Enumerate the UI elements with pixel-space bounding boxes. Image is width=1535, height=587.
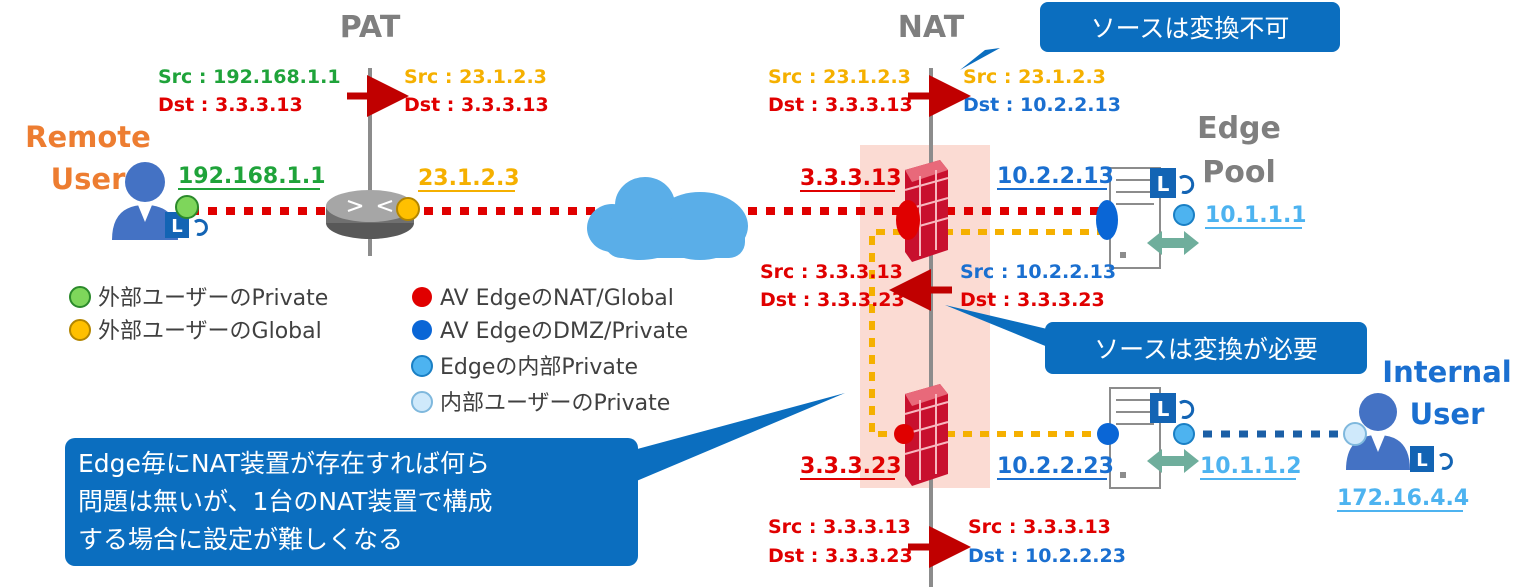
svg-text:L: L	[1157, 172, 1170, 196]
legend-dot-dmz	[412, 320, 432, 340]
svg-text:ソースは変換不可: ソースは変換不可	[1091, 14, 1290, 43]
ip-internal-bottom: 10.1.1.2	[1200, 454, 1302, 479]
internet-cloud-icon	[587, 177, 748, 260]
svg-text:する場合に設定が難しくなる: する場合に設定が難しくなる	[78, 525, 403, 554]
nat-header: NAT	[898, 10, 965, 45]
svg-text:Dst : 3.3.3.13: Dst : 3.3.3.13	[158, 94, 303, 116]
dot-remote-private	[175, 195, 199, 219]
svg-text:L: L	[1416, 450, 1427, 471]
dot-nat-global-top	[896, 200, 920, 240]
legend-dot-remote-global	[69, 319, 91, 341]
ip-nat-global-top: 3.3.3.13	[800, 166, 902, 191]
dot-internal-user	[1343, 422, 1367, 446]
legend-dot-internal-user	[411, 391, 433, 413]
callout-note: Edge毎にNAT装置が存在すれば何ら 問題は無いが、1台のNAT装置で構成 す…	[65, 393, 845, 566]
svg-text:内部ユーザーのPrivate: 内部ユーザーのPrivate	[440, 391, 670, 416]
svg-text:AV EdgeのNAT/Global: AV EdgeのNAT/Global	[440, 286, 674, 311]
svg-text:Dst : 10.2.2.23: Dst : 10.2.2.23	[968, 545, 1126, 567]
remote-user-label-1: Remote	[25, 120, 151, 154]
callout-source-needs-translation: ソースは変換が必要	[945, 305, 1367, 374]
legend-dot-remote-private	[69, 286, 91, 308]
dot-internal-top	[1173, 204, 1195, 226]
ip-dmz-top: 10.2.2.13	[997, 164, 1114, 189]
svg-text:Dst : 3.3.3.13: Dst : 3.3.3.13	[404, 94, 549, 116]
legend-dot-edge-internal	[411, 355, 433, 377]
svg-text:Src : 3.3.3.13: Src : 3.3.3.13	[760, 261, 903, 283]
edge-pool-label-2: Pool	[1202, 155, 1276, 190]
packet-1: Src : 192.168.1.1 Dst : 3.3.3.13	[158, 66, 341, 116]
legend: 外部ユーザーのPrivate 外部ユーザーのGlobal AV EdgeのNAT…	[69, 286, 688, 416]
svg-text:外部ユーザーのGlobal: 外部ユーザーのGlobal	[98, 319, 322, 344]
svg-text:Edgeの内部Private: Edgeの内部Private	[440, 355, 638, 380]
internal-user-label-2: User	[1410, 397, 1485, 431]
remote-user-label-2: User	[51, 162, 126, 196]
ip-nat-global-bottom: 3.3.3.23	[800, 454, 902, 479]
svg-text:Edge毎にNAT装置が存在すれば何ら: Edge毎にNAT装置が存在すれば何ら	[78, 449, 490, 478]
packet-2: Src : 23.1.2.3 Dst : 3.3.3.13	[404, 66, 549, 116]
svg-text:Dst : 3.3.3.23: Dst : 3.3.3.23	[960, 289, 1105, 311]
svg-text:Src : 23.1.2.3: Src : 23.1.2.3	[963, 66, 1106, 88]
ip-remote-private: 192.168.1.1	[178, 164, 326, 189]
nat-diagram: PAT NAT ソースは変換不可 ソースは変換が必要 Edge毎にNAT装置が存…	[25, 2, 1512, 587]
dot-remote-global	[396, 197, 420, 221]
svg-text:Dst : 10.2.2.13: Dst : 10.2.2.13	[963, 94, 1121, 116]
ip-dmz-bottom: 10.2.2.23	[997, 454, 1114, 479]
dot-internal-bottom	[1173, 423, 1195, 445]
ip-internal-user: 172.16.4.4	[1337, 486, 1469, 511]
svg-text:Src : 192.168.1.1: Src : 192.168.1.1	[158, 66, 341, 88]
svg-text:Src : 3.3.3.13: Src : 3.3.3.13	[968, 516, 1111, 538]
svg-text:AV EdgeのDMZ/Private: AV EdgeのDMZ/Private	[440, 319, 688, 344]
edge-pool-label-1: Edge	[1197, 111, 1281, 146]
packet-3: Src : 23.1.2.3 Dst : 3.3.3.13	[768, 66, 913, 116]
dot-dmz-top	[1096, 200, 1118, 240]
packet-8: Src : 3.3.3.13 Dst : 10.2.2.23	[968, 516, 1126, 567]
svg-text:Src : 10.2.2.13: Src : 10.2.2.13	[960, 261, 1116, 283]
callout-source-not-translatable: ソースは変換不可	[960, 2, 1340, 70]
svg-text:Dst : 3.3.3.23: Dst : 3.3.3.23	[760, 289, 905, 311]
svg-text:ソースは変換が必要: ソースは変換が必要	[1094, 335, 1318, 364]
svg-text:問題は無いが、1台のNAT装置で構成: 問題は無いが、1台のNAT装置で構成	[78, 487, 493, 516]
ip-remote-global: 23.1.2.3	[418, 166, 520, 191]
svg-text:L: L	[171, 216, 182, 237]
svg-text:L: L	[1157, 397, 1170, 421]
svg-text:Src : 3.3.3.13: Src : 3.3.3.13	[768, 516, 911, 538]
packet-7: Src : 3.3.3.13 Dst : 3.3.3.23	[768, 516, 913, 567]
ip-internal-top: 10.1.1.1	[1205, 203, 1307, 228]
dot-dmz-bottom	[1097, 423, 1119, 445]
svg-text:Src : 23.1.2.3: Src : 23.1.2.3	[404, 66, 547, 88]
svg-text:Dst : 3.3.3.23: Dst : 3.3.3.23	[768, 545, 913, 567]
legend-dot-nat-global	[412, 287, 432, 307]
pat-header: PAT	[340, 10, 401, 45]
dot-nat-global-bottom	[894, 424, 914, 444]
packet-4: Src : 23.1.2.3 Dst : 10.2.2.13	[963, 66, 1121, 116]
svg-text:外部ユーザーのPrivate: 外部ユーザーのPrivate	[98, 286, 328, 311]
svg-text:Dst : 3.3.3.13: Dst : 3.3.3.13	[768, 94, 913, 116]
internal-user-label-1: Internal	[1382, 355, 1511, 389]
svg-text:Src : 23.1.2.3: Src : 23.1.2.3	[768, 66, 911, 88]
